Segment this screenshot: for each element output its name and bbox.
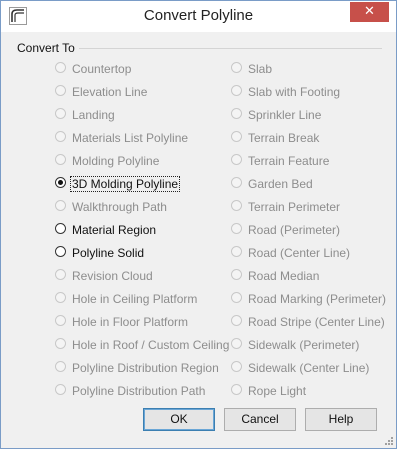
radio-label: Road (Center Line) [248,246,351,260]
convert-polyline-dialog: Convert Polyline ✕ Convert To Countertop… [0,0,397,449]
radio-button [55,292,66,303]
radio-button [231,246,242,257]
radio-button [231,384,242,395]
radio-button [231,62,242,73]
radio-button [231,200,242,211]
radio-button [231,154,242,165]
radio-label: Sidewalk (Center Line) [248,361,370,375]
radio-label: Road (Perimeter) [248,223,341,237]
radio-label: Terrain Break [248,131,320,145]
radio-label: Polyline Distribution Region [72,361,219,375]
radio-button [55,85,66,96]
radio-label: Polyline Solid [72,246,145,260]
radio-label: Hole in Roof / Custom Ceiling [72,338,230,352]
radio-label: Hole in Ceiling Platform [72,292,198,306]
radio-button [55,108,66,119]
radio-label: Terrain Perimeter [248,200,341,214]
close-button[interactable]: ✕ [350,2,389,22]
window-title: Convert Polyline [143,7,254,24]
radio-label: Molding Polyline [72,154,160,168]
radio-button [231,361,242,372]
radio-button[interactable] [55,246,66,257]
radio-button [231,269,242,280]
radio-label: Countertop [72,62,132,76]
resize-grip-icon[interactable] [383,435,393,445]
radio-label: Road Median [248,269,320,283]
radio-label: Material Region [72,223,157,237]
group-divider [79,48,382,49]
radio-label: Elevation Line [72,85,148,99]
group-label-convert-to: Convert To [17,41,75,55]
radio-button [55,154,66,165]
radio-button [231,223,242,234]
radio-label: Slab with Footing [248,85,341,99]
radio-label: Slab [248,62,273,76]
radio-button [231,85,242,96]
radio-label: Road Marking (Perimeter) [248,292,387,306]
radio-label: Garden Bed [248,177,313,191]
radio-button [231,338,242,349]
close-icon: ✕ [364,4,375,19]
cancel-button[interactable]: Cancel [224,408,296,431]
radio-button[interactable] [55,177,66,188]
title-bar[interactable]: Convert Polyline ✕ [1,1,396,32]
radio-button [231,131,242,142]
radio-label: Materials List Polyline [72,131,189,145]
radio-label: 3D Molding Polyline [69,176,181,192]
radio-label: Sprinkler Line [248,108,322,122]
ok-button[interactable]: OK [143,408,215,431]
radio-label: Sidewalk (Perimeter) [248,338,360,352]
radio-label: Landing [72,108,115,122]
radio-selected-dot [58,180,63,185]
radio-button [55,338,66,349]
radio-label: Terrain Feature [248,154,330,168]
radio-button [231,292,242,303]
radio-button [55,200,66,211]
radio-button [55,315,66,326]
radio-label: Hole in Floor Platform [72,315,189,329]
radio-label: Rope Light [248,384,307,398]
radio-label: Polyline Distribution Path [72,384,206,398]
radio-button [231,315,242,326]
radio-button[interactable] [55,223,66,234]
radio-button [55,269,66,280]
help-button[interactable]: Help [305,408,377,431]
radio-label: Revision Cloud [72,269,153,283]
radio-label: Road Stripe (Center Line) [248,315,385,329]
radio-button [55,384,66,395]
radio-button [231,108,242,119]
radio-button [55,62,66,73]
radio-button [231,177,242,188]
radio-label: Walkthrough Path [72,200,167,214]
radio-button [55,361,66,372]
radio-button [55,131,66,142]
